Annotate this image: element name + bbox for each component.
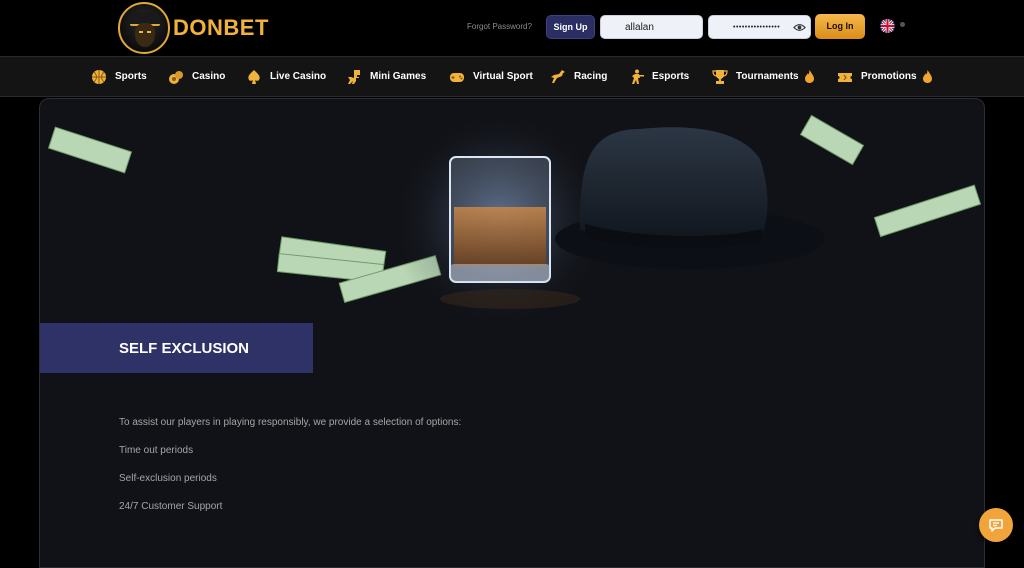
fire-badge-icon: [922, 70, 932, 83]
nav-item-tournaments[interactable]: Tournaments: [712, 57, 814, 96]
nav-item-esports[interactable]: Esports: [628, 57, 689, 96]
header: DONBET Forgot Password? Sign Up Log In: [0, 0, 1024, 56]
nav-label-promotions: Promotions: [861, 71, 917, 82]
spade-icon: [246, 69, 262, 85]
show-password-icon[interactable]: [793, 22, 806, 33]
basketball-icon: [91, 69, 107, 85]
nav-label-racing: Racing: [574, 71, 608, 82]
nav-item-casino[interactable]: Casino: [168, 57, 225, 96]
live-chat-button[interactable]: [979, 508, 1013, 542]
nav-label-tournaments: Tournaments: [736, 71, 799, 82]
chips-icon: [168, 69, 184, 85]
ticket-icon: [837, 69, 853, 85]
nav-item-mini-games[interactable]: Mini Games: [346, 57, 426, 96]
nav-label-virtual-sport: Virtual Sport: [473, 71, 533, 82]
dinosaur-icon: [346, 69, 362, 85]
page-title-bar: SELF EXCLUSION: [40, 323, 313, 373]
forgot-password-link[interactable]: Forgot Password?: [467, 22, 532, 31]
uk-flag-icon[interactable]: [880, 19, 895, 33]
trophy-icon: [712, 69, 728, 85]
nav-label-esports: Esports: [652, 71, 690, 82]
nav-label-mini-games: Mini Games: [370, 71, 427, 82]
nav-item-sports[interactable]: Sports: [91, 57, 147, 96]
username-input[interactable]: [601, 16, 702, 38]
chat-bubble-icon: [989, 519, 1003, 532]
content-panel: SELF EXCLUSION To assist our players in …: [39, 98, 985, 568]
nav-label-sports: Sports: [115, 71, 147, 82]
nav-item-promotions[interactable]: Promotions: [837, 57, 932, 96]
username-field[interactable]: [600, 15, 703, 39]
log-in-button[interactable]: Log In: [815, 14, 865, 39]
gamepad-icon: [449, 69, 465, 85]
hero-banner-image: [47, 109, 982, 329]
brand-logo[interactable]: DONBET: [118, 2, 269, 54]
page-title: SELF EXCLUSION: [119, 340, 250, 357]
language-dropdown-icon[interactable]: [900, 22, 905, 27]
option-item: Time out periods: [119, 445, 194, 456]
sign-up-button[interactable]: Sign Up: [546, 15, 595, 39]
nav-label-casino: Casino: [192, 71, 226, 82]
intro-text: To assist our players in playing respons…: [119, 417, 462, 428]
brand-name: DONBET: [173, 15, 269, 40]
nav-item-live-casino[interactable]: Live Casino: [246, 57, 326, 96]
soldier-icon: [628, 69, 644, 85]
nav-item-racing[interactable]: Racing: [550, 57, 607, 96]
nav-label-live-casino: Live Casino: [270, 71, 327, 82]
horse-icon: [550, 69, 566, 85]
mascot-logo-icon: [118, 2, 170, 54]
option-item: 24/7 Customer Support: [119, 501, 223, 512]
password-field[interactable]: [708, 15, 811, 39]
nav-item-virtual-sport[interactable]: Virtual Sport: [449, 57, 533, 96]
fire-badge-icon: [804, 70, 814, 83]
main-nav: Sports Casino Live Casino Mini Games Vir…: [0, 56, 1024, 97]
option-item: Self-exclusion periods: [119, 473, 217, 484]
